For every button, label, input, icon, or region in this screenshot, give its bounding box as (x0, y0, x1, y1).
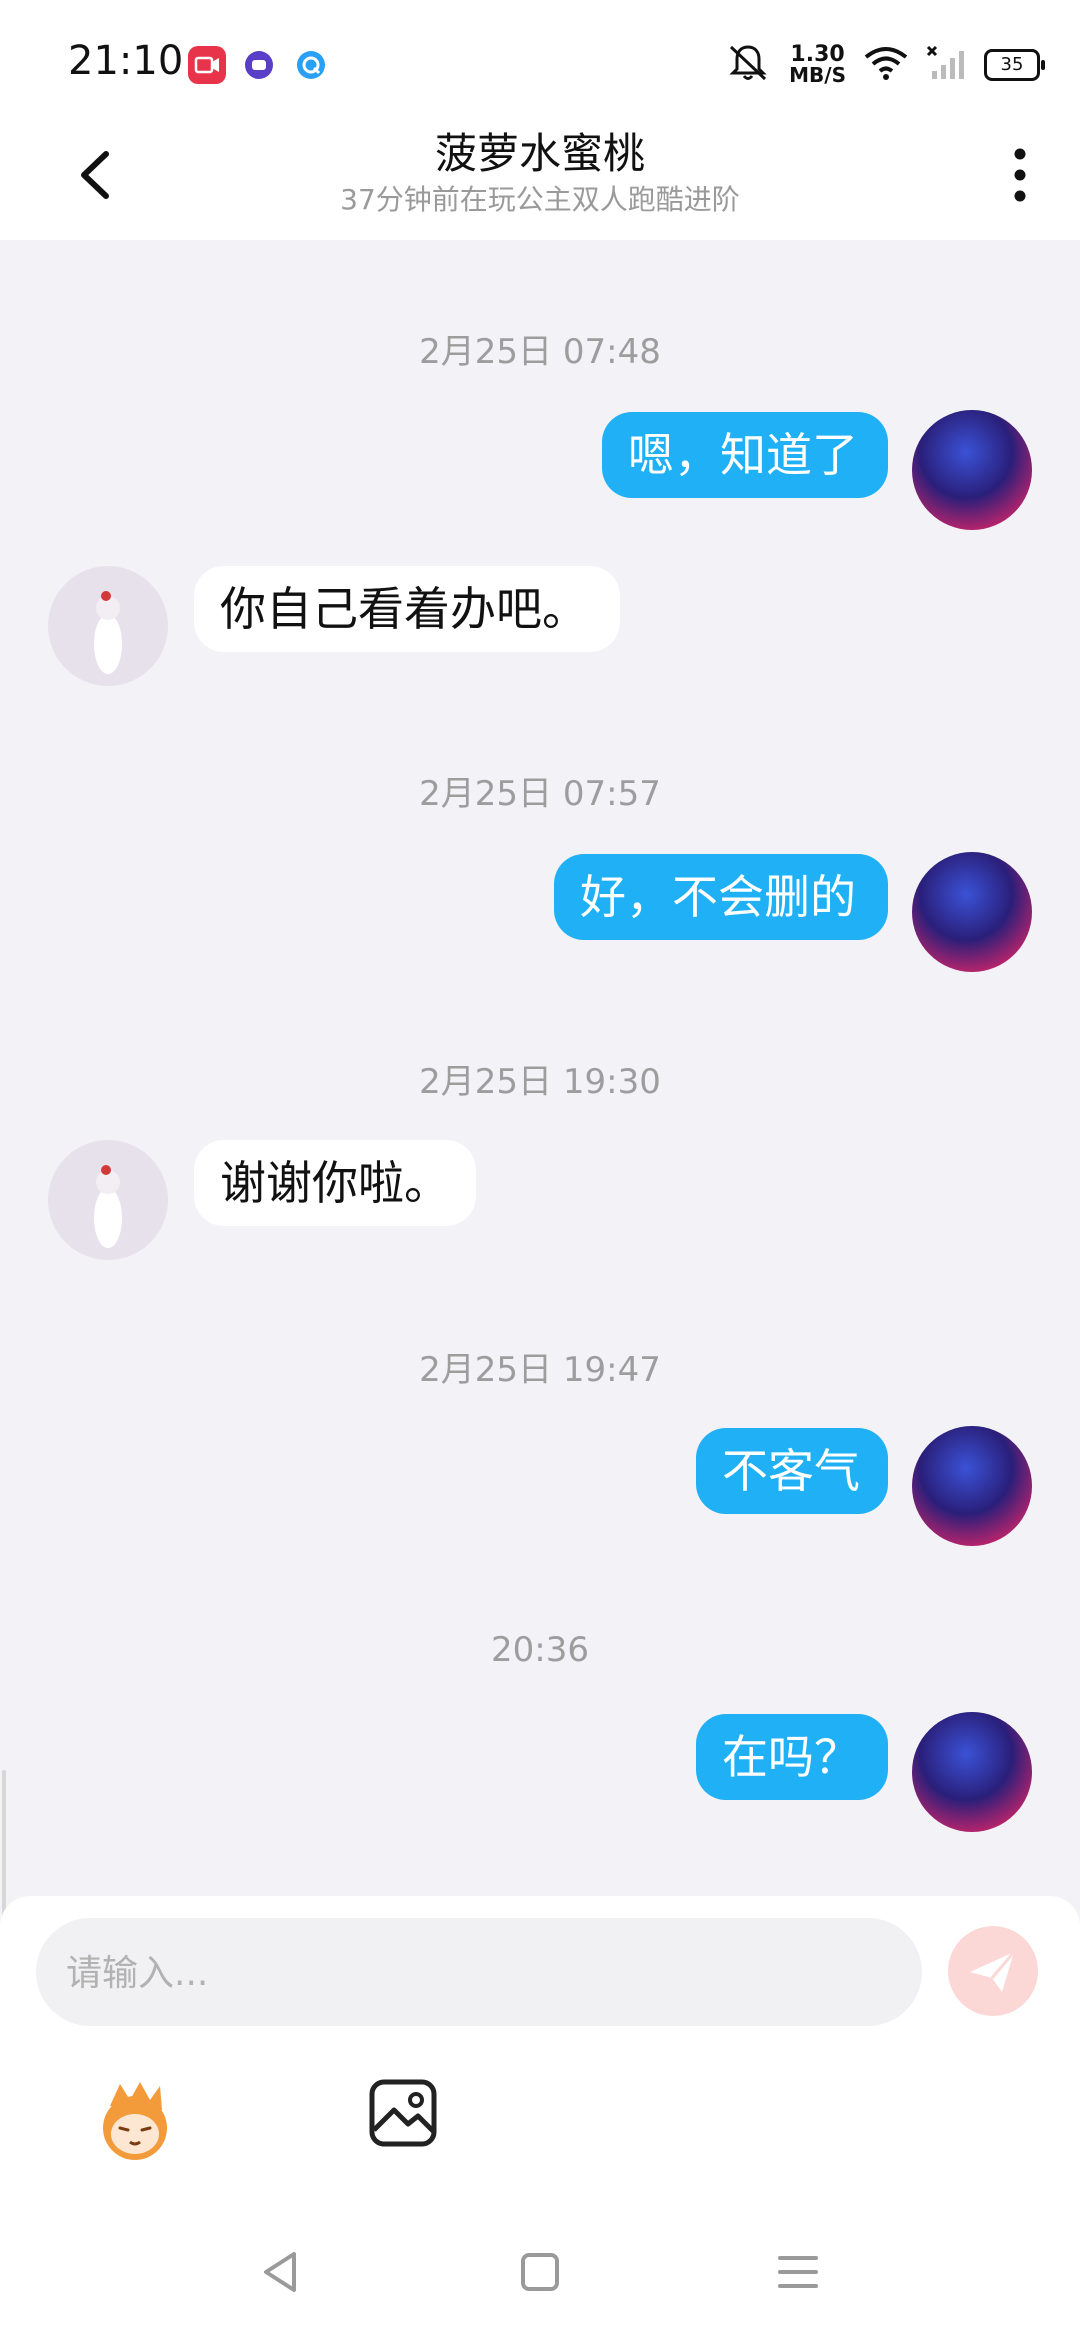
wifi-icon (864, 45, 908, 85)
square-home-icon (521, 2253, 559, 2291)
my-message-bubble[interactable]: 在吗？ (696, 1714, 888, 1800)
my-avatar[interactable] (912, 1426, 1032, 1546)
more-options-button[interactable] (990, 140, 1050, 210)
image-picker-button[interactable] (368, 2078, 438, 2148)
contact-message-bubble[interactable]: 谢谢你啦。 (194, 1140, 476, 1226)
my-avatar[interactable] (912, 410, 1032, 530)
emoji-mascot-icon (103, 2082, 167, 2160)
video-recorder-icon (188, 46, 226, 84)
message-input-container (36, 1918, 922, 2028)
nav-home-button[interactable] (510, 2242, 570, 2302)
message-composer (0, 1896, 1080, 2340)
message-timestamp: 2月25日 07:57 (419, 774, 661, 814)
status-bar: 21:10 1.30 MB/S 35 (0, 0, 1080, 110)
nav-back-button[interactable] (252, 2242, 312, 2302)
contact-avatar-image (94, 1165, 122, 1248)
send-plane-icon (970, 1951, 1016, 1992)
signal-icon (926, 45, 966, 85)
send-button[interactable] (948, 1926, 1038, 2016)
qq-browser-icon (292, 46, 330, 84)
my-avatar[interactable] (912, 852, 1032, 972)
my-message-bubble[interactable]: 不客气 (696, 1428, 888, 1514)
chat-status-subtitle: 37分钟前在玩公主双人跑酷进阶 (340, 183, 740, 216)
menu-lines-icon (778, 2256, 818, 2288)
chat-header: 菠萝水蜜桃 37分钟前在玩公主双人跑酷进阶 (0, 110, 1080, 240)
contact-avatar-image (94, 591, 122, 674)
my-message-bubble[interactable]: 好，不会删的 (554, 854, 888, 940)
more-vertical-icon (1014, 148, 1026, 202)
nav-recents-button[interactable] (768, 2242, 828, 2302)
message-timestamp: 20:36 (491, 1630, 589, 1670)
contact-message-bubble[interactable]: 你自己看着办吧。 (194, 566, 620, 652)
my-message-bubble[interactable]: 嗯，知道了 (602, 412, 888, 498)
message-input[interactable] (64, 1918, 908, 2028)
battery-icon: 35 (984, 49, 1045, 81)
chat-title: 菠萝水蜜桃 (434, 129, 645, 178)
emoji-sticker-button[interactable] (90, 2076, 180, 2166)
image-icon (369, 2079, 437, 2147)
contact-avatar[interactable] (48, 566, 168, 686)
message-timestamp: 2月25日 19:30 (419, 1062, 661, 1102)
status-time: 21:10 (68, 38, 184, 84)
my-avatar[interactable] (912, 1712, 1032, 1832)
app-notification-icon (240, 46, 278, 84)
status-right-group: 1.30 MB/S 35 (725, 40, 1045, 90)
triangle-back-icon (264, 2252, 296, 2292)
network-speed: 1.30 MB/S (789, 42, 846, 87)
system-navigation-bar (0, 2200, 1080, 2340)
contact-avatar[interactable] (48, 1140, 168, 1260)
mute-bell-icon (725, 43, 771, 87)
message-timestamp: 2月25日 07:48 (419, 332, 661, 372)
message-timestamp: 2月25日 19:47 (419, 1350, 661, 1390)
